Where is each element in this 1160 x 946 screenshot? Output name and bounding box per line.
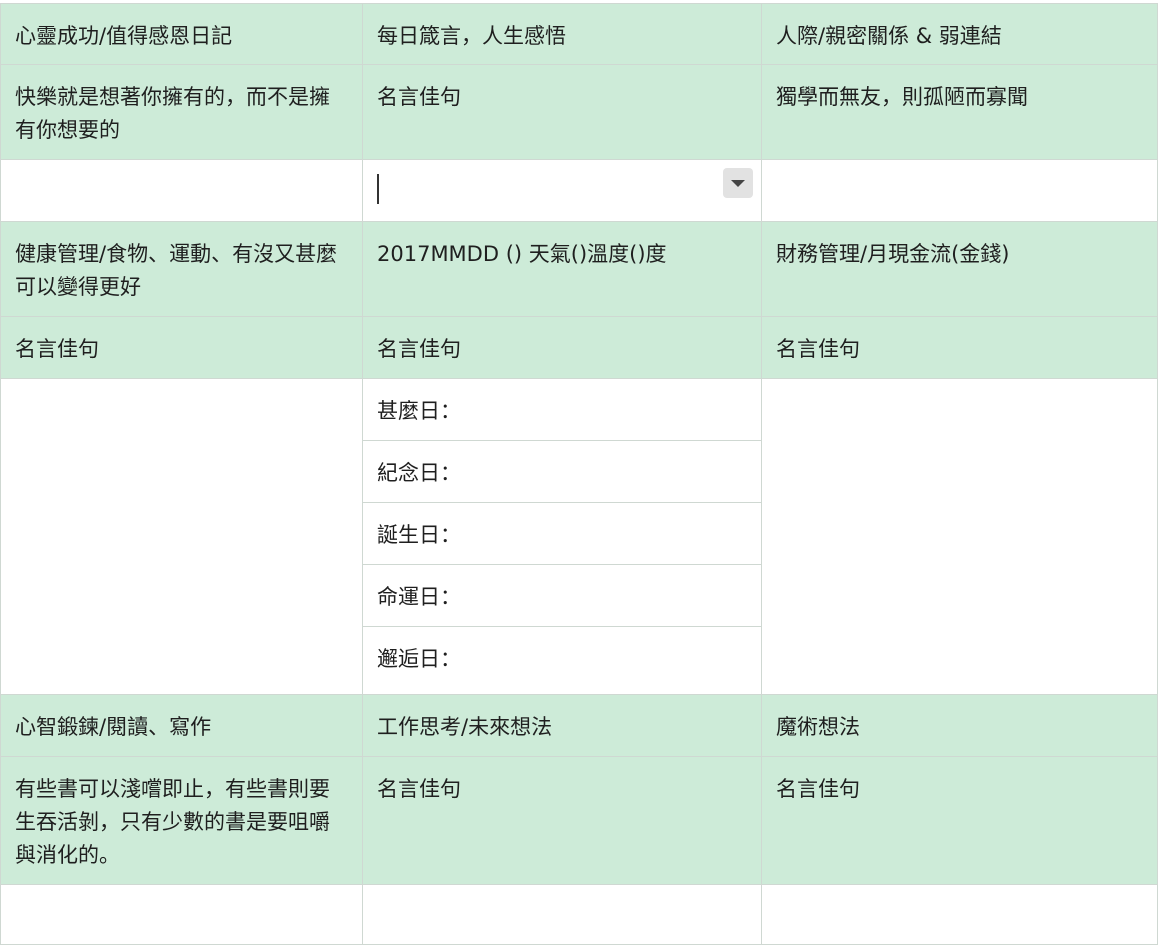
table-cell[interactable]: 名言佳句 [0, 317, 363, 379]
table-cell[interactable]: 快樂就是想著你擁有的，而不是擁有你想要的 [0, 65, 363, 160]
table-cell-empty[interactable] [363, 885, 762, 945]
table-cell[interactable]: 有些書可以淺嚐即止，有些書則要生吞活剝，只有少數的書是要咀嚼與消化的。 [0, 757, 363, 885]
date-label: 誕生日： [377, 523, 461, 547]
cell-text: 快樂就是想著你擁有的，而不是擁有你想要的 [15, 85, 330, 142]
date-list: 甚麼日： 紀念日： 誕生日： 命運日： 邂逅日： [363, 379, 762, 695]
date-row[interactable]: 誕生日： [363, 503, 761, 565]
cell-text: 2017MMDD () 天氣()溫度()度 [377, 242, 667, 266]
cell-text: 名言佳句 [15, 337, 99, 361]
table-cell[interactable]: 獨學而無友，則孤陋而寡聞 [762, 65, 1158, 160]
cell-text: 有些書可以淺嚐即止，有些書則要生吞活剝，只有少數的書是要咀嚼與消化的。 [15, 777, 330, 867]
table-cell[interactable]: 魔術想法 [762, 695, 1158, 757]
cell-text: 名言佳句 [377, 777, 461, 801]
table-cell[interactable]: 健康管理/食物、運動、有沒又甚麼可以變得更好 [0, 222, 363, 317]
date-label: 甚麼日： [377, 399, 461, 423]
table-cell-empty[interactable] [762, 160, 1158, 222]
chevron-down-icon [731, 179, 745, 187]
table-cell[interactable]: 2017MMDD () 天氣()溫度()度 [363, 222, 762, 317]
cell-text: 心靈成功/值得感恩日記 [15, 24, 233, 48]
table-cell-empty[interactable] [0, 885, 363, 945]
cell-text: 名言佳句 [776, 777, 860, 801]
table-cell[interactable]: 財務管理/月現金流(金錢) [762, 222, 1158, 317]
cell-text: 獨學而無友，則孤陋而寡聞 [776, 85, 1028, 109]
table-cell[interactable]: 名言佳句 [762, 757, 1158, 885]
date-row[interactable]: 紀念日： [363, 441, 761, 503]
table-cell[interactable]: 每日箴言，人生感悟 [363, 3, 762, 65]
journal-table: 心靈成功/值得感恩日記 每日箴言，人生感悟 人際/親密關係 & 弱連結 快樂就是… [0, 3, 1158, 945]
date-row[interactable]: 邂逅日： [363, 627, 761, 689]
table-cell-empty[interactable] [0, 160, 363, 222]
dropdown-cell[interactable] [363, 160, 762, 222]
cell-text: 名言佳句 [776, 337, 860, 361]
table-cell[interactable]: 名言佳句 [363, 65, 762, 160]
cell-text: 每日箴言，人生感悟 [377, 24, 566, 48]
date-label: 邂逅日： [377, 647, 461, 671]
text-caret [377, 174, 379, 204]
table-cell-empty[interactable] [0, 379, 363, 695]
table-cell[interactable]: 名言佳句 [762, 317, 1158, 379]
cell-text: 名言佳句 [377, 85, 461, 109]
date-row[interactable]: 甚麼日： [363, 379, 761, 441]
table-cell-empty[interactable] [762, 885, 1158, 945]
table-cell[interactable]: 工作思考/未來想法 [363, 695, 762, 757]
table-cell[interactable]: 心智鍛鍊/閱讀、寫作 [0, 695, 363, 757]
date-label: 紀念日： [377, 461, 461, 485]
cell-text: 魔術想法 [776, 715, 860, 739]
table-cell-empty[interactable] [762, 379, 1158, 695]
cell-text: 人際/親密關係 & 弱連結 [776, 24, 1002, 48]
cell-text: 財務管理/月現金流(金錢) [776, 242, 1010, 266]
table-cell[interactable]: 名言佳句 [363, 317, 762, 379]
cell-text: 心智鍛鍊/閱讀、寫作 [15, 715, 212, 739]
date-row[interactable]: 命運日： [363, 565, 761, 627]
dropdown-button[interactable] [723, 168, 753, 198]
table-cell[interactable]: 心靈成功/值得感恩日記 [0, 3, 363, 65]
cell-text: 健康管理/食物、運動、有沒又甚麼可以變得更好 [15, 242, 338, 299]
date-label: 命運日： [377, 585, 461, 609]
cell-text: 名言佳句 [377, 337, 461, 361]
cell-text: 工作思考/未來想法 [377, 715, 553, 739]
table-cell[interactable]: 名言佳句 [363, 757, 762, 885]
table-cell[interactable]: 人際/親密關係 & 弱連結 [762, 3, 1158, 65]
